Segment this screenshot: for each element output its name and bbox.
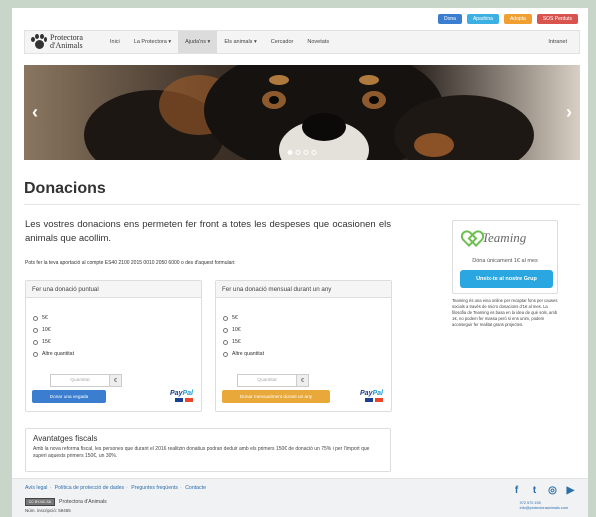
radio-icon[interactable]	[33, 339, 38, 345]
brand-name: Protectora d'Animals	[50, 33, 83, 50]
teaming-box: Teaming Dóna únicament 1€ al mes Uneix-t…	[452, 220, 558, 294]
amount-option-5[interactable]: 5€	[223, 312, 391, 324]
adopt-button[interactable]: Adopta	[503, 14, 532, 24]
dog-photo	[24, 65, 580, 160]
footer: Avís legal · Política de protecció de dad…	[12, 478, 588, 517]
legal-notice-link[interactable]: Avís legal	[25, 485, 47, 491]
radio-icon[interactable]	[223, 339, 228, 345]
footer-links: Avís legal · Política de protecció de dad…	[25, 485, 206, 491]
nav-home[interactable]: Inici	[103, 31, 127, 53]
donate-monthly-button[interactable]: Donar mensualment durant un any	[222, 390, 330, 403]
currency-addon: €	[110, 374, 122, 387]
faq-link[interactable]: Preguntes freqüents	[131, 485, 178, 491]
navbar: Protectora d'Animals Inici La Protectora…	[24, 30, 580, 54]
email-address[interactable]: info@protectoraanimals.com	[520, 506, 568, 511]
paypal-logo: PayPal	[360, 390, 383, 402]
privacy-policy-link[interactable]: Política de protecció de dades	[55, 485, 125, 491]
teaming-subtitle: Dóna únicament 1€ al mes	[472, 258, 538, 264]
radio-icon[interactable]	[223, 327, 228, 333]
teaming-logo: Teaming	[464, 230, 526, 246]
contact-info: 972 570 155 info@protectoraanimals.com	[520, 501, 568, 511]
social-links: f t ◎ ▶	[511, 485, 576, 496]
panel-heading: Fer una donació mensual durant un any	[216, 281, 391, 298]
radio-icon[interactable]	[223, 315, 228, 321]
paw-icon	[31, 34, 47, 50]
quantity-input[interactable]: Quantitat	[237, 374, 297, 387]
nav-search[interactable]: Cercador	[264, 31, 301, 53]
carousel-prev-arrow[interactable]: ‹	[32, 103, 38, 121]
carousel-next-arrow[interactable]: ›	[566, 103, 572, 121]
radio-icon[interactable]	[33, 315, 38, 321]
paypal-logo: PayPal	[170, 390, 193, 402]
nav-animals[interactable]: Els animals ▾	[217, 31, 263, 53]
heart-icon	[464, 232, 478, 244]
one-time-donation-panel: Fer una donació puntual 5€ 10€ 15€ Altre…	[25, 280, 202, 412]
panel-heading: Fer una donació puntual	[26, 281, 201, 298]
teaming-description: Teaming és una eina online per recaptar …	[452, 298, 558, 327]
sos-lost-button[interactable]: SOS Perduts	[536, 14, 578, 24]
contact-link[interactable]: Contacte	[185, 485, 206, 491]
nav-help-us[interactable]: Ajuda'ns ▾	[178, 31, 218, 53]
divider	[24, 204, 580, 205]
tax-benefits-text: Amb la nova reforma fiscal, les persones…	[33, 446, 370, 459]
carousel-dot[interactable]	[303, 150, 309, 155]
hero-carousel: ‹ ›	[24, 65, 580, 160]
youtube-icon[interactable]: ▶	[565, 485, 576, 496]
lead-text: Les vostres donacions ens permeten fer f…	[25, 219, 391, 244]
cc-license-badge[interactable]: CC BY-NC-SA	[25, 498, 55, 506]
donate-once-button[interactable]: Donar una vegada	[32, 390, 106, 403]
amount-option-other[interactable]: Altre quantitat	[223, 348, 391, 360]
radio-icon[interactable]	[33, 351, 38, 357]
nav-intranet[interactable]: Intranet	[548, 39, 579, 45]
tax-benefits-heading: Avantatges fiscals	[33, 434, 98, 443]
carousel-dot[interactable]	[295, 150, 301, 155]
nav-about[interactable]: La Protectora ▾	[127, 31, 178, 53]
nav-news[interactable]: Novetats	[300, 31, 336, 53]
monthly-donation-panel: Fer una donació mensual durant un any 5€…	[215, 280, 392, 412]
radio-icon[interactable]	[223, 351, 228, 357]
card-icons	[170, 398, 193, 402]
carousel-dot[interactable]	[287, 150, 293, 155]
amount-option-10[interactable]: 10€	[223, 324, 391, 336]
page: Dona Apadrina Adopta SOS Perduts Protect…	[12, 8, 588, 517]
sponsor-button[interactable]: Apadrina	[466, 14, 499, 24]
carousel-indicators	[287, 150, 317, 155]
join-group-button[interactable]: Uneix-te al nostre Grup	[460, 270, 553, 288]
radio-icon[interactable]	[33, 327, 38, 333]
page-title: Donacions	[24, 180, 106, 197]
carousel-dot[interactable]	[311, 150, 317, 155]
amount-option-5[interactable]: 5€	[33, 312, 201, 324]
amount-option-other[interactable]: Altre quantitat	[33, 348, 201, 360]
license-info: CC BY-NC-SA Protectora d'Animals	[25, 498, 107, 506]
site-logo[interactable]: Protectora d'Animals	[25, 31, 103, 53]
instagram-icon[interactable]: ◎	[547, 485, 558, 496]
twitter-icon[interactable]: t	[529, 485, 540, 496]
tax-benefits-box: Avantatges fiscals Amb la nova reforma f…	[25, 428, 391, 472]
account-text: Pots fer la teva aportació al compte ES4…	[25, 260, 236, 266]
amount-option-15[interactable]: 15€	[223, 336, 391, 348]
top-action-buttons: Dona Apadrina Adopta SOS Perduts	[437, 14, 578, 24]
currency-addon: €	[297, 374, 309, 387]
amount-option-10[interactable]: 10€	[33, 324, 201, 336]
donate-button[interactable]: Dona	[437, 14, 462, 24]
amount-option-15[interactable]: 15€	[33, 336, 201, 348]
facebook-icon[interactable]: f	[511, 485, 522, 496]
quantity-input[interactable]: Quantitat	[50, 374, 110, 387]
card-icons	[360, 398, 383, 402]
registration-number: Núm. inscripció: 59465	[25, 508, 71, 513]
